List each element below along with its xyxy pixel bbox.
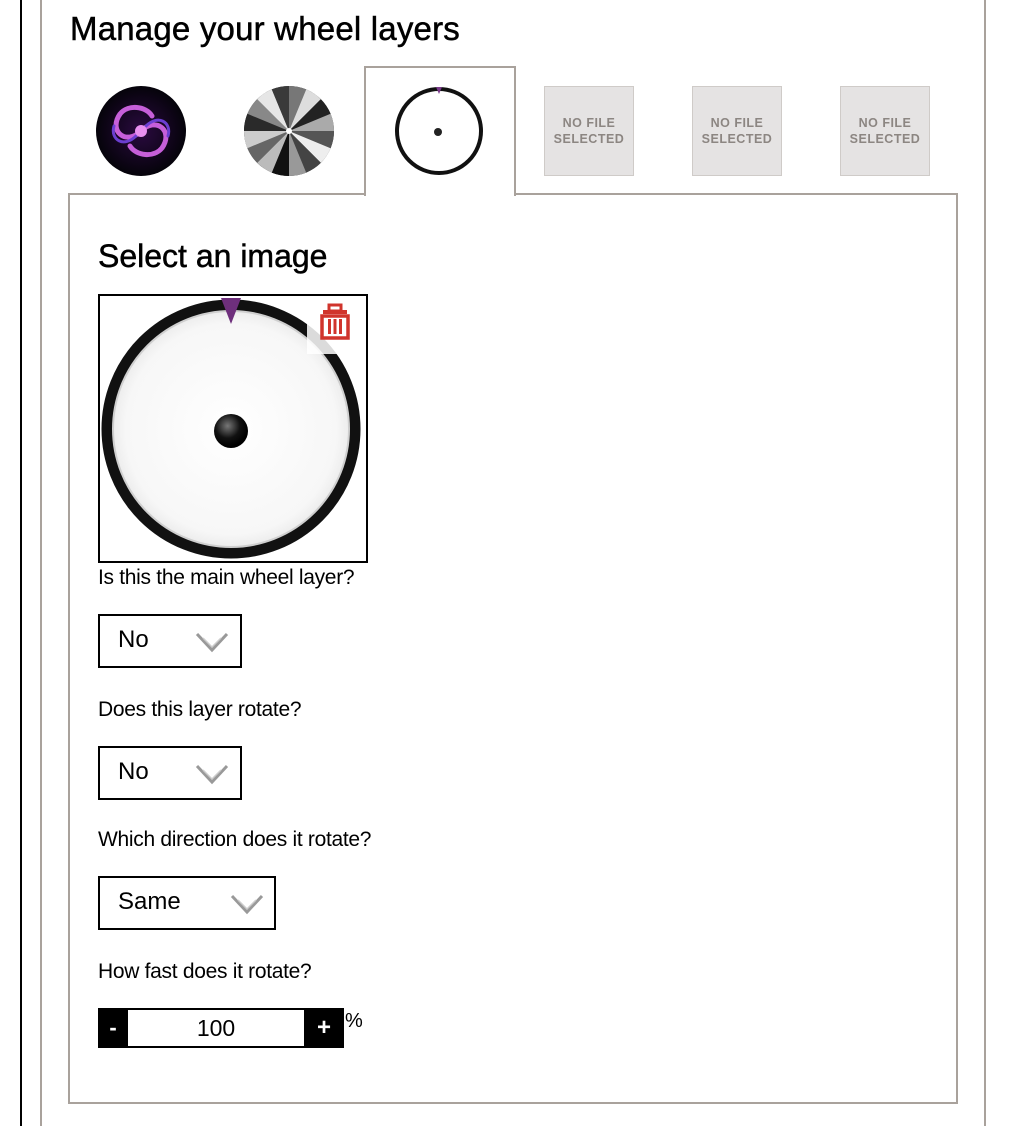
speed-input[interactable]: 100 — [128, 1008, 304, 1048]
direction-select[interactable]: Same — [98, 876, 276, 930]
empty-tab-line2: SELECTED — [849, 132, 921, 146]
tab-empty-5[interactable]: NO FILE SELECTED — [692, 86, 782, 176]
direction-label: Which direction does it rotate? — [98, 828, 372, 851]
empty-tab-line1: NO FILE — [562, 116, 616, 130]
chevron-down-icon — [195, 764, 229, 785]
page-title: Manage your wheel layers — [70, 10, 461, 48]
speed-decrease-button[interactable]: - — [98, 1008, 128, 1048]
rotates-value: No — [118, 758, 149, 785]
chevron-down-icon — [195, 632, 229, 653]
speed-increase-button[interactable]: + — [304, 1008, 344, 1048]
purple-swirl-thumbnail-icon — [96, 86, 186, 176]
trash-icon — [307, 298, 363, 354]
empty-tab-line1: NO FILE — [858, 116, 912, 130]
panel-border-bottom — [68, 1102, 958, 1104]
container-border-left — [40, 0, 42, 1126]
main-layer-value: No — [118, 626, 149, 653]
empty-tab-line2: SELECTED — [553, 132, 625, 146]
tab-empty-6[interactable]: NO FILE SELECTED — [840, 86, 930, 176]
tab-layer-2[interactable] — [243, 85, 335, 177]
rotates-label: Does this layer rotate? — [98, 698, 302, 721]
speed-stepper: - 100 + — [98, 1008, 344, 1048]
direction-value: Same — [118, 888, 181, 915]
tab-empty-4[interactable]: NO FILE SELECTED — [544, 86, 634, 176]
panel-border-left — [68, 193, 70, 1104]
chevron-down-icon — [230, 894, 264, 915]
rotates-select[interactable]: No — [98, 746, 242, 800]
main-layer-label: Is this the main wheel layer? — [98, 566, 355, 589]
empty-tab-text: NO FILE SELECTED — [554, 115, 625, 147]
empty-tab-line2: SELECTED — [701, 132, 773, 146]
tab-layer-3[interactable] — [394, 86, 484, 176]
main-layer-select[interactable]: No — [98, 614, 242, 668]
white-wheel-thumbnail-icon — [395, 87, 483, 175]
tabs-baseline-left — [68, 193, 366, 195]
speed-unit: % — [345, 1010, 363, 1032]
empty-tab-text: NO FILE SELECTED — [702, 115, 773, 147]
left-edge-line — [20, 0, 22, 1126]
tabs-baseline-right — [514, 193, 958, 195]
tab-layer-1[interactable] — [96, 86, 186, 176]
section-title: Select an image — [98, 238, 328, 275]
empty-tab-text: NO FILE SELECTED — [850, 115, 921, 147]
delete-image-button[interactable] — [307, 298, 363, 354]
container-border-right — [984, 0, 986, 1126]
grey-segments-wheel-thumbnail-icon — [243, 85, 335, 177]
empty-tab-line1: NO FILE — [710, 116, 764, 130]
panel-border-right — [956, 193, 958, 1104]
speed-label: How fast does it rotate? — [98, 960, 312, 983]
